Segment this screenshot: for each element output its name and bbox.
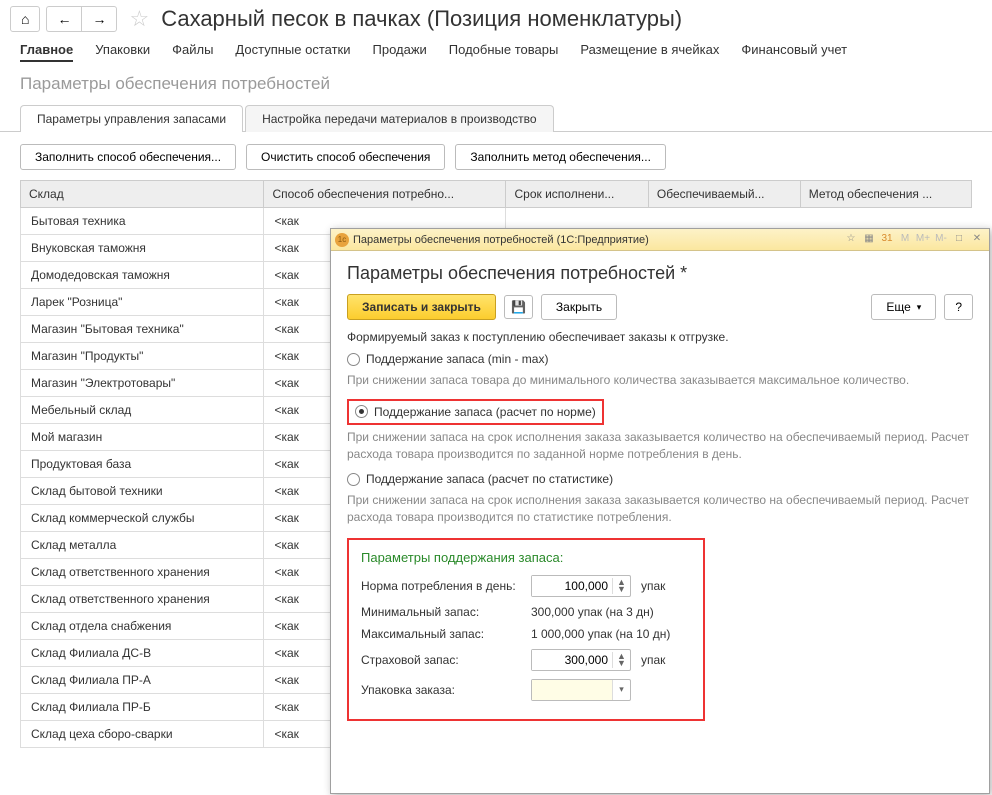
spinner-icon[interactable]: ▲▼ — [612, 578, 630, 594]
sklad-cell: Магазин "Продукты" — [21, 343, 264, 370]
sklad-cell: Склад бытовой техники — [21, 478, 264, 505]
m-minus-icon[interactable]: M- — [933, 233, 949, 247]
main-tab[interactable]: Файлы — [172, 42, 213, 62]
main-tab[interactable]: Подобные товары — [449, 42, 559, 62]
home-button[interactable]: ⌂ — [10, 6, 40, 32]
close-button[interactable]: Закрыть — [541, 294, 617, 320]
column-header[interactable]: Метод обеспечения ... — [800, 181, 971, 208]
sklad-cell: Ларек "Розница" — [21, 289, 264, 316]
action-button[interactable]: Заполнить метод обеспечения... — [455, 144, 666, 170]
dialog-heading: Параметры обеспечения потребностей * — [347, 263, 973, 284]
sklad-cell: Магазин "Бытовая техника" — [21, 316, 264, 343]
sklad-cell: Внуковская таможня — [21, 235, 264, 262]
save-icon-button[interactable]: 💾 — [504, 295, 533, 319]
max-value: 1 000,000 упак (на 10 дн) — [531, 627, 670, 641]
more-button[interactable]: Еще — [871, 294, 936, 320]
sklad-cell: Склад металла — [21, 532, 264, 559]
sklad-cell: Склад коммерческой службы — [21, 505, 264, 532]
main-tab[interactable]: Доступные остатки — [235, 42, 350, 62]
m-icon[interactable]: M — [897, 233, 913, 247]
max-label: Максимальный запас: — [361, 627, 531, 641]
upak-input[interactable] — [532, 680, 612, 700]
dropdown-icon[interactable]: ▾ — [612, 680, 630, 700]
subtitle: Параметры обеспечения потребностей — [0, 68, 992, 104]
main-tab[interactable]: Финансовый учет — [741, 42, 847, 62]
sklad-cell: Склад цеха сборо-сварки — [21, 721, 264, 748]
hint-stat: При снижении запаса на срок исполнения з… — [347, 492, 973, 526]
min-value: 300,000 упак (на 3 дн) — [531, 605, 654, 619]
hint-minmax: При снижении запаса товара до минимально… — [347, 372, 973, 389]
params-dialog: 1c Параметры обеспечения потребностей (1… — [330, 228, 990, 794]
save-close-button[interactable]: Записать и закрыть — [347, 294, 496, 320]
strah-unit: упак — [641, 653, 665, 667]
column-header[interactable]: Способ обеспечения потребно... — [264, 181, 506, 208]
sklad-cell: Продуктовая база — [21, 451, 264, 478]
norma-input[interactable] — [532, 576, 612, 596]
m-plus-icon[interactable]: M+ — [915, 233, 931, 247]
app-icon: 1c — [335, 233, 349, 247]
main-tab[interactable]: Упаковки — [95, 42, 150, 62]
radio-norm[interactable]: Поддержание запаса (расчет по норме) — [355, 405, 596, 419]
close-icon[interactable]: ✕ — [969, 233, 985, 247]
sub-tab[interactable]: Настройка передачи материалов в производ… — [245, 105, 553, 132]
radio-icon — [355, 405, 368, 418]
strah-label: Страховой запас: — [361, 653, 531, 667]
sklad-cell: Склад отдела снабжения — [21, 613, 264, 640]
dialog-title: Параметры обеспечения потребностей (1С:П… — [353, 234, 839, 246]
column-header[interactable]: Склад — [21, 181, 264, 208]
radio-icon — [347, 353, 360, 366]
norma-unit: упак — [641, 579, 665, 593]
radio-minmax[interactable]: Поддержание запаса (min - max) — [347, 352, 973, 366]
back-button[interactable]: ← — [46, 6, 81, 32]
sklad-cell: Магазин "Электротовары" — [21, 370, 264, 397]
sklad-cell: Бытовая техника — [21, 208, 264, 235]
sklad-cell: Склад ответственного хранения — [21, 586, 264, 613]
sub-tab[interactable]: Параметры управления запасами — [20, 105, 243, 132]
params-box: Параметры поддержания запаса: Норма потр… — [347, 538, 705, 721]
calendar-icon[interactable]: 31 — [879, 233, 895, 247]
params-title: Параметры поддержания запаса: — [361, 550, 691, 565]
radio-stat[interactable]: Поддержание запаса (расчет по статистике… — [347, 472, 973, 486]
norma-label: Норма потребления в день: — [361, 579, 531, 593]
favorite-icon[interactable]: ☆ — [129, 6, 149, 32]
main-tab[interactable]: Размещение в ячейках — [580, 42, 719, 62]
sklad-cell: Склад ответственного хранения — [21, 559, 264, 586]
help-button[interactable]: ? — [944, 294, 973, 320]
column-header[interactable]: Обеспечиваемый... — [648, 181, 800, 208]
radio-icon — [347, 473, 360, 486]
main-tab[interactable]: Главное — [20, 42, 73, 62]
favorite-icon[interactable]: ☆ — [843, 233, 859, 247]
forward-button[interactable]: → — [81, 6, 117, 32]
main-tab[interactable]: Продажи — [373, 42, 427, 62]
desc-text: Формируемый заказ к поступлению обеспечи… — [347, 330, 973, 344]
min-label: Минимальный запас: — [361, 605, 531, 619]
action-button[interactable]: Очистить способ обеспечения — [246, 144, 445, 170]
maximize-icon[interactable]: □ — [951, 233, 967, 247]
sklad-cell: Домодедовская таможня — [21, 262, 264, 289]
sklad-cell: Мой магазин — [21, 424, 264, 451]
action-button[interactable]: Заполнить способ обеспечения... — [20, 144, 236, 170]
hint-norm: При снижении запаса на срок исполнения з… — [347, 429, 973, 463]
dialog-titlebar[interactable]: 1c Параметры обеспечения потребностей (1… — [331, 229, 989, 251]
page-title: Сахарный песок в пачках (Позиция номенкл… — [161, 6, 682, 32]
sklad-cell: Склад Филиала ПР-Б — [21, 694, 264, 721]
spinner-icon[interactable]: ▲▼ — [612, 652, 630, 668]
sklad-cell: Склад Филиала ПР-А — [21, 667, 264, 694]
column-header[interactable]: Срок исполнени... — [506, 181, 648, 208]
strah-input[interactable] — [532, 650, 612, 670]
sklad-cell: Мебельный склад — [21, 397, 264, 424]
upak-label: Упаковка заказа: — [361, 683, 531, 697]
sklad-cell: Склад Филиала ДС-В — [21, 640, 264, 667]
calc-icon[interactable]: ▦ — [861, 233, 877, 247]
